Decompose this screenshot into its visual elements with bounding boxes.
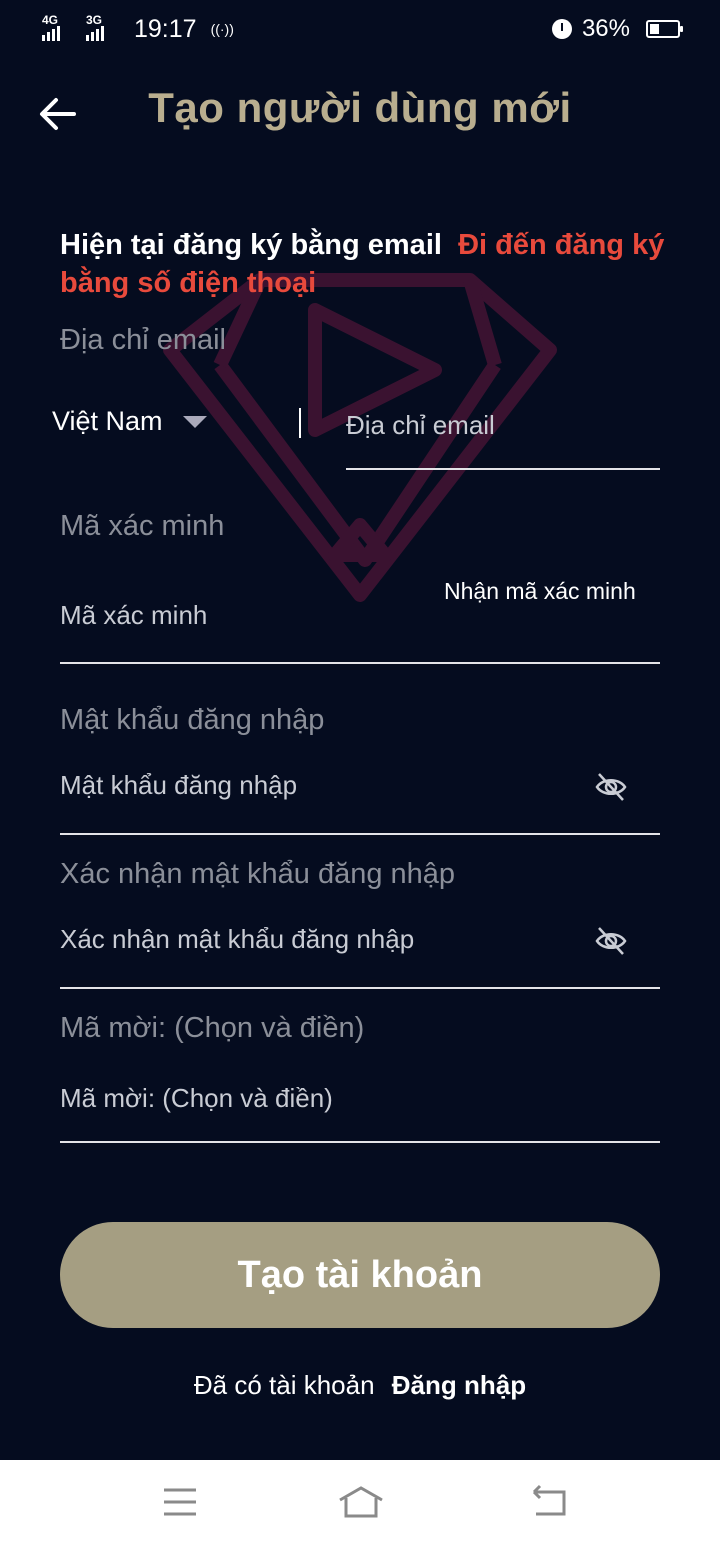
confirm-password-underline — [60, 987, 660, 989]
home-icon[interactable] — [336, 1484, 386, 1520]
invite-input[interactable]: Mã mời: (Chọn và điền) — [60, 1083, 333, 1114]
confirm-password-input[interactable]: Xác nhận mật khẩu đăng nhập — [60, 924, 414, 955]
code-field-title: Mã xác minh — [60, 510, 225, 542]
eye-off-icon[interactable] — [594, 924, 628, 958]
get-code-button[interactable]: Nhận mã xác minh — [444, 578, 636, 605]
create-account-button[interactable]: Tạo tài khoản — [60, 1222, 660, 1328]
signal-icon: 4G — [42, 13, 76, 41]
eye-off-icon[interactable] — [594, 770, 628, 804]
battery-icon — [646, 20, 683, 38]
status-bar: 4G 3G 19:17 ((·)) 36% — [0, 0, 720, 58]
confirm-password-field-title: Xác nhận mật khẩu đăng nhập — [60, 858, 456, 890]
code-underline — [60, 662, 660, 664]
country-label: Việt Nam — [52, 406, 163, 436]
menu-icon[interactable] — [160, 1484, 200, 1520]
status-right: 36% — [551, 15, 683, 43]
network-type-1: 4G — [42, 13, 59, 27]
login-link[interactable]: Đăng nhập — [392, 1370, 526, 1400]
status-left: 4G 3G 19:17 ((·)) — [42, 13, 234, 44]
invite-field-title: Mã mời: (Chọn và điền) — [60, 1012, 365, 1044]
system-nav-bar — [0, 1460, 720, 1544]
hotspot-icon: ((·)) — [210, 21, 234, 37]
email-field-title: Địa chỉ email — [60, 324, 226, 356]
page-title: Tạo người dùng mới — [148, 84, 572, 131]
invite-underline — [60, 1141, 660, 1143]
header: Tạo người dùng mới — [0, 70, 720, 156]
status-time: 19:17 — [134, 14, 197, 43]
country-selector[interactable]: Việt Nam — [52, 406, 207, 437]
email-input[interactable]: Địa chỉ email — [346, 410, 495, 441]
register-mode-current: Hiện tại đăng ký bằng email — [60, 229, 442, 261]
login-row: Đã có tài khoản Đăng nhập — [0, 1370, 720, 1401]
password-field-title: Mật khẩu đăng nhập — [60, 704, 325, 736]
have-account-text: Đã có tài khoản — [193, 1370, 375, 1400]
network-type-2: 3G — [86, 13, 103, 27]
chevron-down-icon — [182, 415, 207, 428]
password-input[interactable]: Mật khẩu đăng nhập — [60, 770, 297, 801]
code-input[interactable]: Mã xác minh — [60, 600, 207, 631]
password-underline — [60, 833, 660, 835]
signal-icon-2: 3G — [86, 13, 120, 41]
email-underline — [346, 468, 660, 470]
register-mode: Hiện tại đăng ký bằng email Đi đến đăng … — [60, 226, 670, 302]
back-nav-icon[interactable] — [528, 1484, 568, 1520]
text-cursor — [299, 408, 301, 438]
battery-percent: 36% — [581, 15, 630, 42]
alarm-icon — [551, 19, 572, 39]
